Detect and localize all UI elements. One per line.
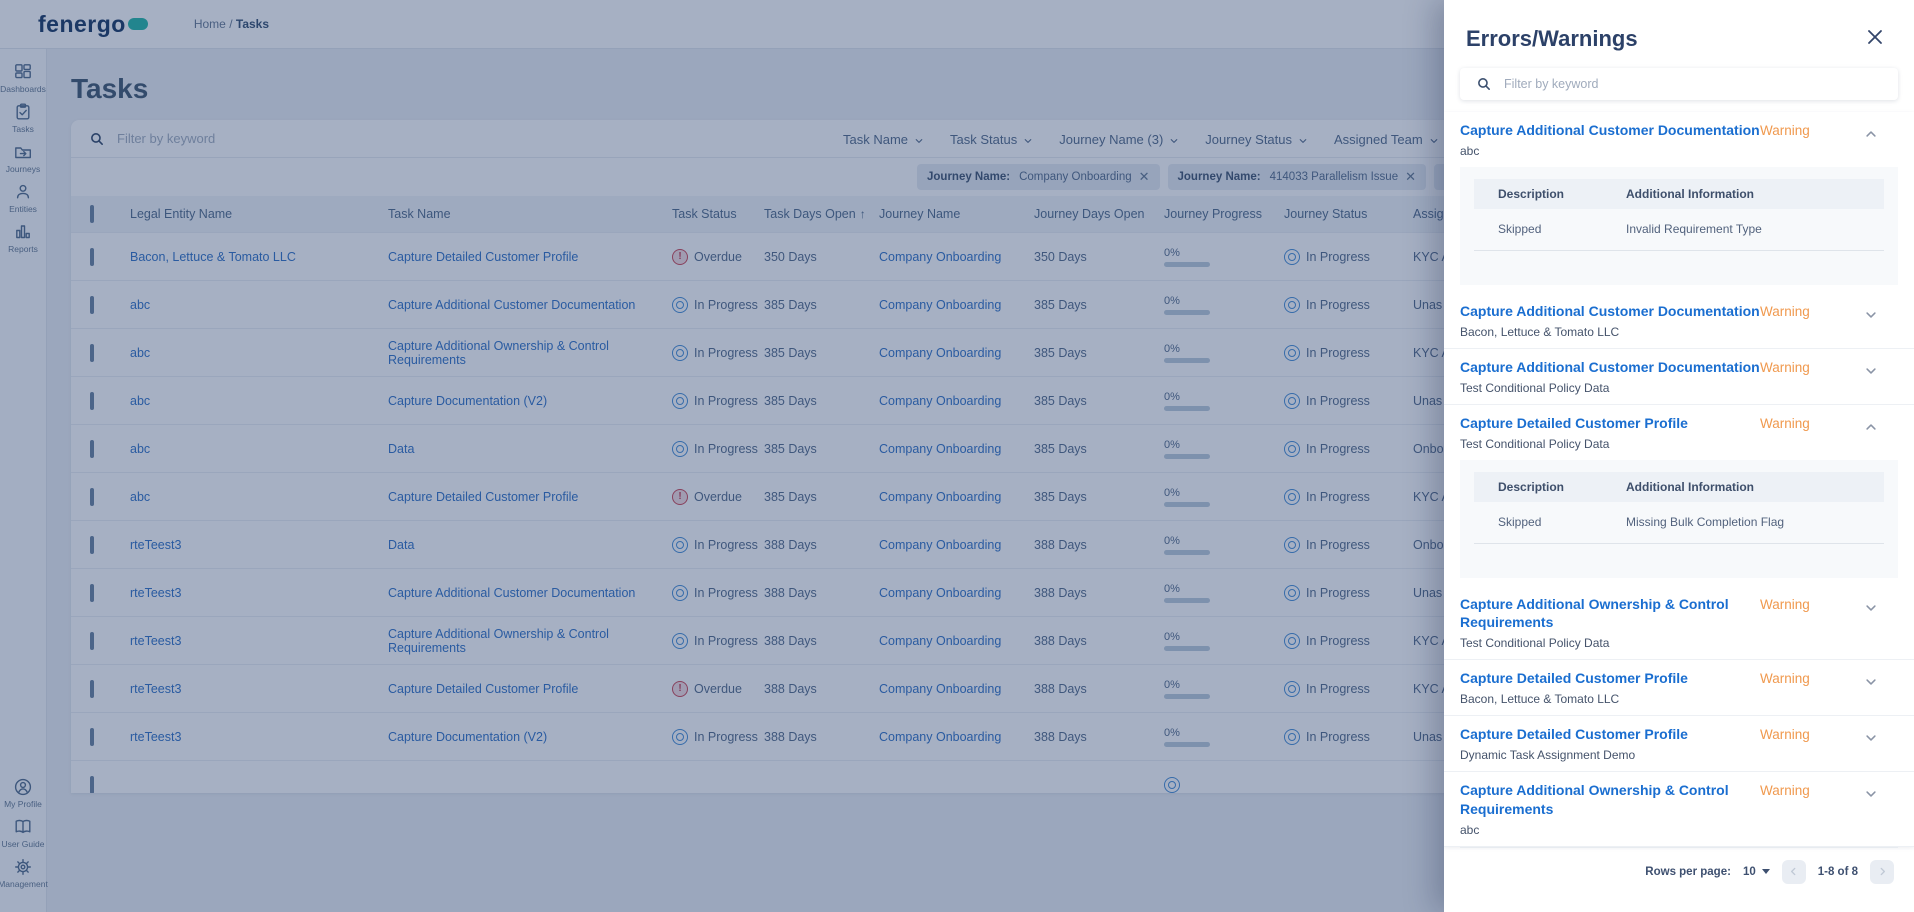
- warning-task-name[interactable]: Capture Additional Ownership & Control R…: [1460, 781, 1760, 819]
- details-description: Skipped: [1474, 222, 1626, 236]
- severity-badge: Warning: [1760, 669, 1848, 706]
- rows-per-page-select[interactable]: 10: [1743, 866, 1770, 878]
- severity-badge: Warning: [1760, 781, 1848, 837]
- warning-task-name[interactable]: Capture Detailed Customer Profile: [1460, 414, 1760, 433]
- panel-search-icon: [1476, 76, 1492, 92]
- warning-entity-name: Dynamic Task Assignment Demo: [1460, 748, 1760, 762]
- warning-task-name[interactable]: Capture Additional Customer Documentatio…: [1460, 302, 1760, 321]
- warning-entity-name: Test Conditional Policy Data: [1460, 381, 1760, 395]
- warning-item[interactable]: Capture Detailed Customer Profile Bacon,…: [1444, 660, 1914, 716]
- details-col-additional: Additional Information: [1626, 187, 1884, 201]
- expand-chevron-icon[interactable]: [1848, 358, 1894, 395]
- panel-search-input[interactable]: [1504, 77, 1834, 91]
- collapse-chevron-icon[interactable]: [1848, 414, 1894, 451]
- rows-per-page-value: 10: [1743, 866, 1756, 878]
- warning-details: Description Additional Information Skipp…: [1460, 460, 1898, 578]
- warning-task-name[interactable]: Capture Detailed Customer Profile: [1460, 725, 1760, 744]
- rows-per-page-label: Rows per page:: [1645, 866, 1731, 878]
- warning-item[interactable]: Capture Detailed Customer Profile Test C…: [1444, 405, 1914, 460]
- close-icon[interactable]: [1866, 28, 1888, 50]
- warning-item[interactable]: Capture Additional Customer Documentatio…: [1444, 349, 1914, 405]
- details-row: Skipped Invalid Requirement Type: [1474, 209, 1884, 251]
- severity-badge: Warning: [1760, 595, 1848, 651]
- warning-item[interactable]: Capture Additional Ownership & Control R…: [1444, 772, 1914, 847]
- panel-header: Errors/Warnings: [1444, 0, 1914, 68]
- details-header: Description Additional Information: [1474, 472, 1884, 502]
- warning-entity-name: Bacon, Lettuce & Tomato LLC: [1460, 325, 1760, 339]
- app: fenergo Home / Tasks Dashboards Tasks Jo…: [0, 0, 1914, 912]
- panel-title: Errors/Warnings: [1466, 26, 1638, 52]
- warning-item[interactable]: Capture Additional Customer Documentatio…: [1444, 112, 1914, 167]
- expand-chevron-icon[interactable]: [1848, 302, 1894, 339]
- panel-pagination: Rows per page: 10 1-8 of 8: [1460, 847, 1898, 884]
- details-additional: Invalid Requirement Type: [1626, 222, 1884, 236]
- severity-badge: Warning: [1760, 414, 1848, 451]
- severity-badge: Warning: [1760, 358, 1848, 395]
- details-additional: Missing Bulk Completion Flag: [1626, 515, 1884, 529]
- warning-entity-name: Test Conditional Policy Data: [1460, 437, 1760, 451]
- expand-chevron-icon[interactable]: [1848, 725, 1894, 762]
- details-col-description: Description: [1474, 187, 1626, 201]
- errors-warnings-panel: Errors/Warnings Capture Additional Custo…: [1444, 0, 1914, 912]
- warning-item[interactable]: Capture Additional Customer Documentatio…: [1444, 293, 1914, 349]
- warning-task-name[interactable]: Capture Additional Customer Documentatio…: [1460, 358, 1760, 377]
- details-header: Description Additional Information: [1474, 179, 1884, 209]
- warning-entity-name: abc: [1460, 823, 1760, 837]
- details-col-description: Description: [1474, 480, 1626, 494]
- warning-task-name[interactable]: Capture Detailed Customer Profile: [1460, 669, 1760, 688]
- next-page-button[interactable]: [1870, 860, 1894, 884]
- panel-search: [1460, 68, 1898, 100]
- warning-item[interactable]: Capture Additional Ownership & Control R…: [1444, 586, 1914, 661]
- warning-entity-name: Bacon, Lettuce & Tomato LLC: [1460, 692, 1760, 706]
- prev-page-button[interactable]: [1782, 860, 1806, 884]
- modal-backdrop[interactable]: [0, 0, 1444, 912]
- details-row: Skipped Missing Bulk Completion Flag: [1474, 502, 1884, 544]
- severity-badge: Warning: [1760, 302, 1848, 339]
- details-description: Skipped: [1474, 515, 1626, 529]
- collapse-chevron-icon[interactable]: [1848, 121, 1894, 158]
- warning-item[interactable]: Capture Detailed Customer Profile Dynami…: [1444, 716, 1914, 772]
- warning-entity-name: abc: [1460, 144, 1760, 158]
- details-col-additional: Additional Information: [1626, 480, 1884, 494]
- warning-details: Description Additional Information Skipp…: [1460, 167, 1898, 285]
- warning-task-name[interactable]: Capture Additional Customer Documentatio…: [1460, 121, 1760, 140]
- expand-chevron-icon[interactable]: [1848, 595, 1894, 651]
- page-range: 1-8 of 8: [1818, 866, 1858, 878]
- warning-entity-name: Test Conditional Policy Data: [1460, 636, 1760, 650]
- expand-chevron-icon[interactable]: [1848, 669, 1894, 706]
- severity-badge: Warning: [1760, 725, 1848, 762]
- warning-task-name[interactable]: Capture Additional Ownership & Control R…: [1460, 595, 1760, 633]
- warning-list: Capture Additional Customer Documentatio…: [1444, 112, 1914, 847]
- severity-badge: Warning: [1760, 121, 1848, 158]
- caret-down-icon: [1762, 869, 1770, 874]
- expand-chevron-icon[interactable]: [1848, 781, 1894, 837]
